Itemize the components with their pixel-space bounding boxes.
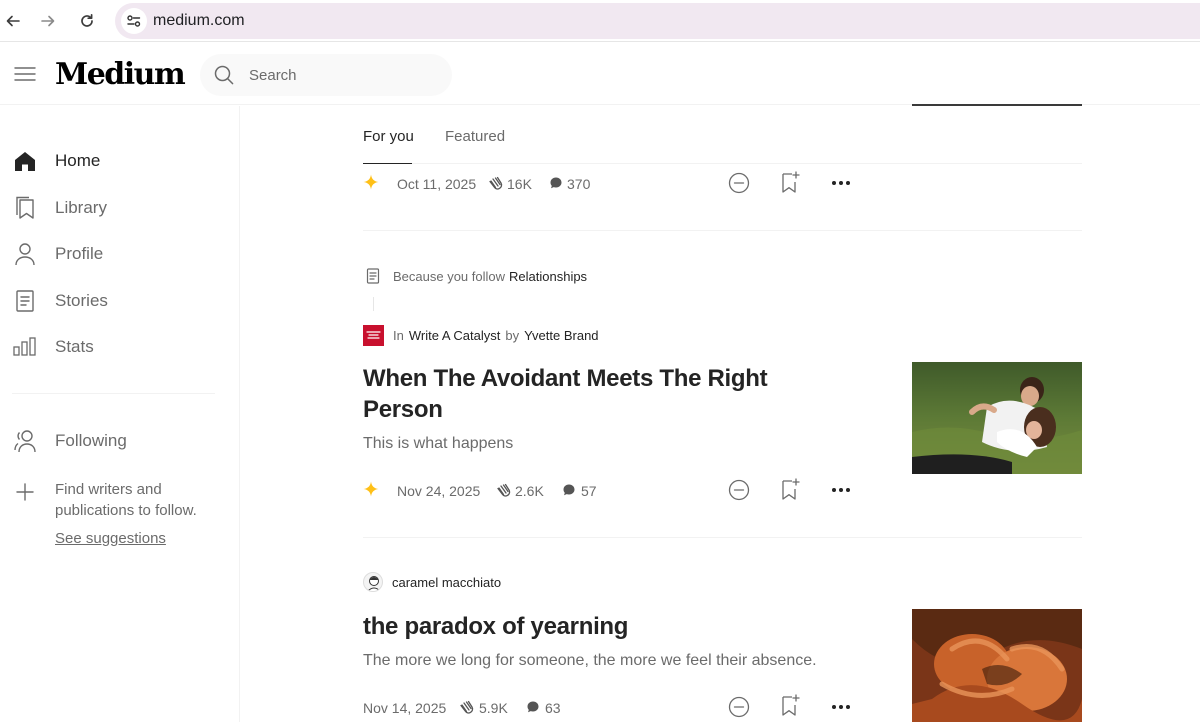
sidebar: Home Library Profile Stories Stats Follo… [0, 106, 240, 722]
reload-icon[interactable] [74, 8, 100, 34]
publication-logo[interactable] [363, 324, 384, 346]
article-subtitle[interactable]: This is what happens [363, 435, 883, 453]
stories-icon [12, 288, 38, 314]
sidebar-item-label: Stories [55, 291, 108, 310]
document-icon [363, 266, 383, 286]
member-star-icon [363, 174, 379, 195]
profile-icon [12, 241, 38, 267]
article-divider [363, 537, 1082, 538]
sidebar-item-label: Home [55, 151, 101, 170]
publication-name[interactable]: Write A Catalyst [409, 328, 501, 343]
search-icon [213, 64, 235, 91]
article-title[interactable]: When The Avoidant Meets The Right Person [363, 363, 833, 425]
because-topic[interactable]: Relationships [509, 269, 587, 284]
author-name[interactable]: caramel macchiato [392, 575, 501, 590]
article-thumbnail[interactable] [912, 362, 1082, 474]
clap-count: 16K [507, 176, 532, 192]
article-byline: caramel macchiato [363, 571, 501, 593]
show-less-icon[interactable] [726, 170, 752, 196]
search-input[interactable]: Search [200, 54, 452, 96]
more-options-icon[interactable] [828, 170, 854, 196]
sidebar-item-home[interactable]: Home [12, 146, 222, 176]
clap-count: 2.6K [515, 483, 544, 499]
library-icon [12, 195, 38, 221]
sidebar-item-label: Following [55, 431, 127, 450]
article-date: Nov 24, 2025 [397, 483, 481, 499]
article-title[interactable]: the paradox of yearning [363, 611, 833, 642]
article-byline: In Write A Catalyst by Yvette Brand [363, 324, 604, 346]
article-thumbnail[interactable] [912, 609, 1082, 722]
tab-featured[interactable]: Featured [445, 128, 505, 145]
sidebar-item-profile[interactable]: Profile [12, 239, 222, 269]
tab-for-you[interactable]: For you [363, 128, 414, 145]
feed-tabs: For you Featured [363, 106, 1082, 164]
back-icon[interactable] [0, 8, 26, 34]
find-writers-text: Find writers and publications to follow. [55, 481, 197, 519]
address-bar[interactable]: medium.com [115, 3, 1200, 39]
clap-count: 5.9K [479, 700, 508, 716]
recommendation-reason: Because you follow Relationships [363, 266, 587, 286]
home-icon [12, 148, 38, 174]
bookmark-add-icon[interactable] [777, 170, 803, 196]
article-subtitle[interactable]: The more we long for someone, the more w… [363, 652, 883, 670]
response-count: 57 [581, 483, 597, 499]
see-suggestions-link[interactable]: See suggestions [55, 530, 166, 547]
thread-line [373, 297, 374, 311]
more-options-icon[interactable] [828, 477, 854, 503]
show-less-icon[interactable] [726, 694, 752, 720]
author-name[interactable]: Yvette Brand [524, 328, 598, 343]
sidebar-item-label: Library [55, 198, 107, 217]
more-options-icon[interactable] [828, 694, 854, 720]
site-info-icon[interactable] [121, 8, 147, 34]
sidebar-item-library[interactable]: Library [12, 193, 222, 223]
clap-icon [458, 698, 476, 721]
clap-icon [487, 174, 505, 197]
by-word: by [505, 327, 520, 343]
browser-toolbar: medium.com [0, 0, 1200, 42]
author-avatar[interactable] [363, 572, 383, 592]
sidebar-item-label: Profile [55, 244, 104, 263]
clap-icon [495, 481, 513, 504]
article-date: Nov 14, 2025 [363, 700, 447, 716]
comment-icon [549, 176, 563, 195]
bookmark-add-icon[interactable] [777, 693, 803, 719]
response-count: 63 [545, 700, 561, 716]
following-icon [12, 428, 38, 454]
active-tab-underline [363, 163, 412, 164]
stats-icon [12, 334, 38, 360]
sidebar-divider [12, 393, 215, 394]
site-header: Medium Search [0, 43, 1200, 105]
article-divider [363, 230, 1082, 231]
forward-icon[interactable] [35, 8, 61, 34]
menu-icon[interactable] [14, 65, 36, 83]
comment-icon [526, 700, 540, 719]
bookmark-add-icon[interactable] [777, 477, 803, 503]
plus-icon [12, 479, 38, 505]
sidebar-item-stories[interactable]: Stories [12, 286, 222, 316]
url-text[interactable]: medium.com [153, 12, 245, 30]
because-prefix: Because you follow [393, 268, 506, 284]
search-placeholder: Search [249, 67, 297, 84]
article-date: Oct 11, 2025 [397, 176, 477, 192]
show-less-icon[interactable] [726, 477, 752, 503]
medium-logo[interactable]: Medium [55, 57, 186, 92]
sidebar-item-stats[interactable]: Stats [12, 332, 222, 362]
sidebar-item-label: Stats [55, 337, 94, 356]
comment-icon [562, 483, 576, 502]
in-word: In [393, 327, 404, 343]
member-star-icon [363, 481, 379, 502]
response-count: 370 [567, 176, 591, 192]
sidebar-item-following[interactable]: Following [12, 426, 222, 456]
